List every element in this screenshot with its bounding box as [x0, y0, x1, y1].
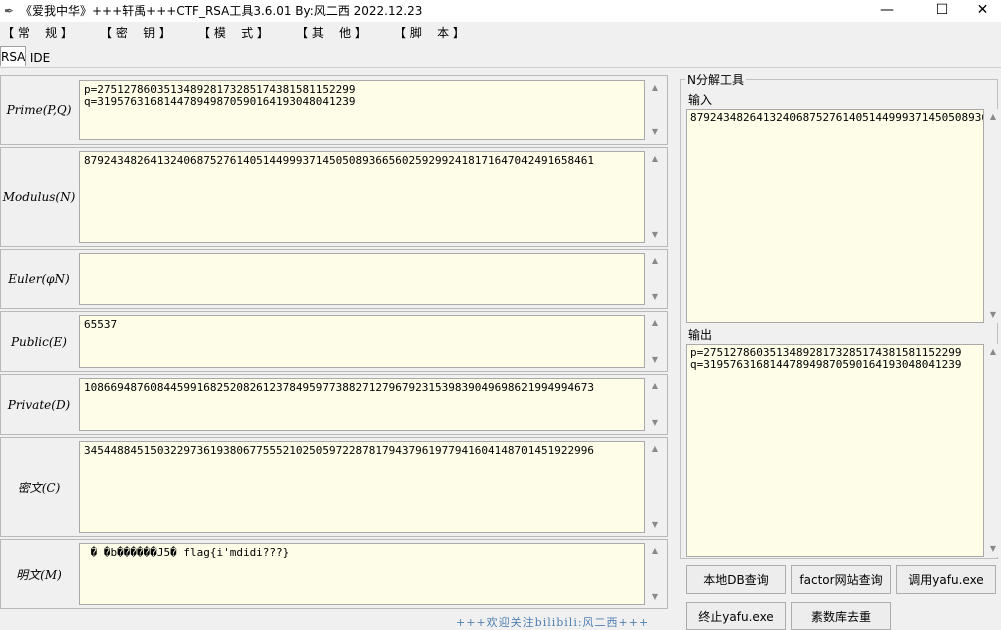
plain-scrollbar[interactable]: ▲ ▼ [646, 543, 664, 605]
private-label: Private(D) [7, 397, 71, 412]
private-scrollbar[interactable]: ▲ ▼ [646, 378, 664, 431]
public-input[interactable]: 65537 [79, 315, 645, 368]
plain-label: 明文(M) [16, 567, 62, 582]
scroll-up-icon[interactable]: ▲ [646, 443, 664, 455]
scroll-down-icon[interactable]: ▼ [646, 354, 664, 366]
scroll-down-icon[interactable]: ▼ [984, 309, 1001, 321]
cipher-label: 密文(C) [17, 480, 61, 495]
scroll-down-icon[interactable]: ▼ [646, 591, 664, 603]
plain-input[interactable]: � �b������J5� flag{i'mdidi???} [79, 543, 645, 605]
menu-key[interactable]: 【 密 钥 】 [100, 25, 171, 41]
menu-general[interactable]: 【 常 规 】 [2, 25, 73, 41]
close-button[interactable]: ✕ [964, 0, 1001, 22]
modulus-input[interactable]: 8792434826413240687527614051449993714505… [79, 151, 645, 243]
cipher-input[interactable]: 3454488451503229736193806775552102505972… [79, 441, 645, 533]
euler-label: Euler(φN) [8, 272, 70, 286]
scroll-up-icon[interactable]: ▲ [646, 380, 664, 392]
nfactor-output-scrollbar[interactable]: ▲ ▼ [984, 344, 1001, 557]
euler-input[interactable] [79, 253, 645, 305]
call-yafu-button[interactable]: 调用yafu.exe [896, 565, 996, 594]
scroll-down-icon[interactable]: ▼ [646, 417, 664, 429]
footer-note: +++欢迎关注bilibili:风二西+++ [456, 616, 650, 629]
scroll-up-icon[interactable]: ▲ [646, 255, 664, 267]
scroll-up-icon[interactable]: ▲ [646, 545, 664, 557]
prime-input[interactable]: p=27512786035134892817328517438158115229… [79, 80, 645, 140]
scroll-up-icon[interactable]: ▲ [984, 111, 1001, 123]
nfactor-input-label: 输入 [686, 93, 715, 107]
menu-script[interactable]: 【 脚 本 】 [394, 25, 465, 41]
nfactor-output[interactable]: p=27512786035134892817328517438158115229… [686, 344, 984, 557]
scroll-up-icon[interactable]: ▲ [646, 153, 664, 165]
modulus-scrollbar[interactable]: ▲ ▼ [646, 151, 664, 243]
nfactor-output-label: 输出 [686, 328, 715, 342]
private-input[interactable]: 1086694876084459916825208261237849597738… [79, 378, 645, 431]
euler-scrollbar[interactable]: ▲ ▼ [646, 253, 664, 305]
public-label: Public(E) [10, 334, 67, 349]
minimize-button[interactable]: — [864, 0, 910, 22]
prime-label: Prime(P,Q) [6, 103, 72, 117]
feather-icon: ✒ [4, 4, 15, 18]
nfactor-input[interactable]: 8792434826413240687527614051449993714505… [686, 109, 984, 323]
tab-rsa[interactable]: RSA [0, 46, 26, 66]
modulus-label: Modulus(N) [2, 190, 76, 204]
nfactor-title: N分解工具 [685, 73, 746, 87]
scroll-up-icon[interactable]: ▲ [646, 82, 664, 94]
menu-mode[interactable]: 【 模 式 】 [198, 25, 269, 41]
scroll-down-icon[interactable]: ▼ [646, 291, 664, 303]
scroll-down-icon[interactable]: ▼ [984, 543, 1001, 555]
public-scrollbar[interactable]: ▲ ▼ [646, 315, 664, 368]
tab-ide[interactable]: IDE [28, 48, 52, 68]
nfactor-input-scrollbar[interactable]: ▲ ▼ [984, 109, 1001, 323]
window-title: 《爱我中华》+++轩禹+++CTF_RSA工具3.6.01 By:风二西 202… [20, 4, 423, 18]
maximize-button[interactable]: ☐ [919, 0, 965, 22]
prime-dedup-button[interactable]: 素数库去重 [791, 602, 891, 630]
cipher-scrollbar[interactable]: ▲ ▼ [646, 441, 664, 533]
scroll-down-icon[interactable]: ▼ [646, 126, 664, 138]
tab-divider [0, 67, 1001, 68]
menu-other[interactable]: 【 其 他 】 [296, 25, 367, 41]
stop-yafu-button[interactable]: 终止yafu.exe [686, 602, 786, 630]
scroll-up-icon[interactable]: ▲ [646, 317, 664, 329]
scroll-down-icon[interactable]: ▼ [646, 519, 664, 531]
scroll-down-icon[interactable]: ▼ [646, 229, 664, 241]
factor-web-query-button[interactable]: factor网站查询 [791, 565, 891, 594]
prime-scrollbar[interactable]: ▲ ▼ [646, 80, 664, 140]
scroll-up-icon[interactable]: ▲ [984, 346, 1001, 358]
local-db-query-button[interactable]: 本地DB查询 [686, 565, 786, 594]
